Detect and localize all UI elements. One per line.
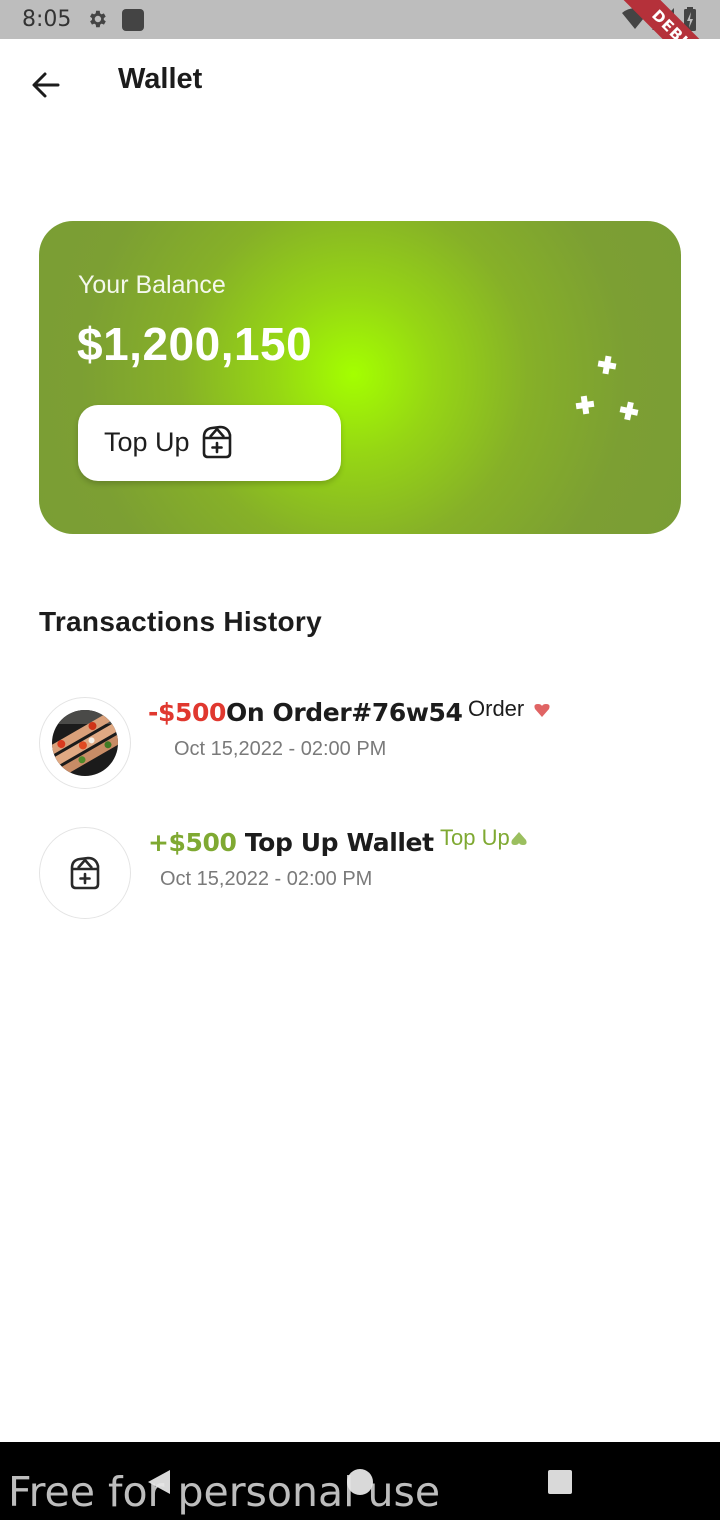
transaction-tag: Order [468, 696, 550, 722]
app-bar: Wallet [0, 39, 720, 129]
top-up-button[interactable]: Top Up [78, 405, 341, 481]
heart-down-icon [534, 704, 550, 718]
transaction-amount: +$500 [148, 828, 237, 857]
food-skewer-image [52, 710, 118, 776]
transaction-date: Oct 15,2022 - 02:00 PM [174, 738, 387, 760]
transaction-date: Oct 15,2022 - 02:00 PM [160, 868, 373, 890]
app-notification-icon [122, 9, 144, 31]
transaction-title: -$500On Order#76w54 [148, 698, 463, 727]
balance-card: Your Balance $1,200,150 Top Up [39, 221, 681, 534]
transaction-amount: -$500 [148, 698, 226, 727]
balance-amount: $1,200,150 [77, 318, 313, 370]
status-time: 8:05 [22, 7, 72, 32]
balance-label: Your Balance [78, 271, 226, 299]
page-title: Wallet [118, 63, 203, 95]
settings-gear-icon [90, 10, 106, 28]
order-avatar [39, 697, 131, 789]
topup-avatar [39, 827, 131, 919]
wallet-add-icon [70, 856, 100, 890]
status-bar: 8:05 DEBUG [0, 0, 720, 39]
watermark-text: Free for personal use [8, 1468, 441, 1516]
wallet-add-icon [202, 425, 232, 459]
transaction-tag-label: Order [468, 696, 525, 721]
back-arrow-icon[interactable] [26, 65, 66, 105]
transaction-description: On Order#76w54 [225, 698, 463, 727]
transaction-title: +$500 Top Up Wallet [148, 828, 434, 857]
heart-up-icon [511, 832, 527, 846]
transactions-title: Transactions History [39, 606, 322, 637]
transaction-description: Top Up Wallet [236, 828, 434, 857]
top-up-label: Top Up [104, 427, 190, 457]
transaction-tag: Top Up [440, 825, 527, 851]
transaction-tag-label: Top Up [440, 825, 510, 850]
nav-recents-icon[interactable] [548, 1470, 572, 1494]
sparkles-icon [575, 355, 639, 421]
